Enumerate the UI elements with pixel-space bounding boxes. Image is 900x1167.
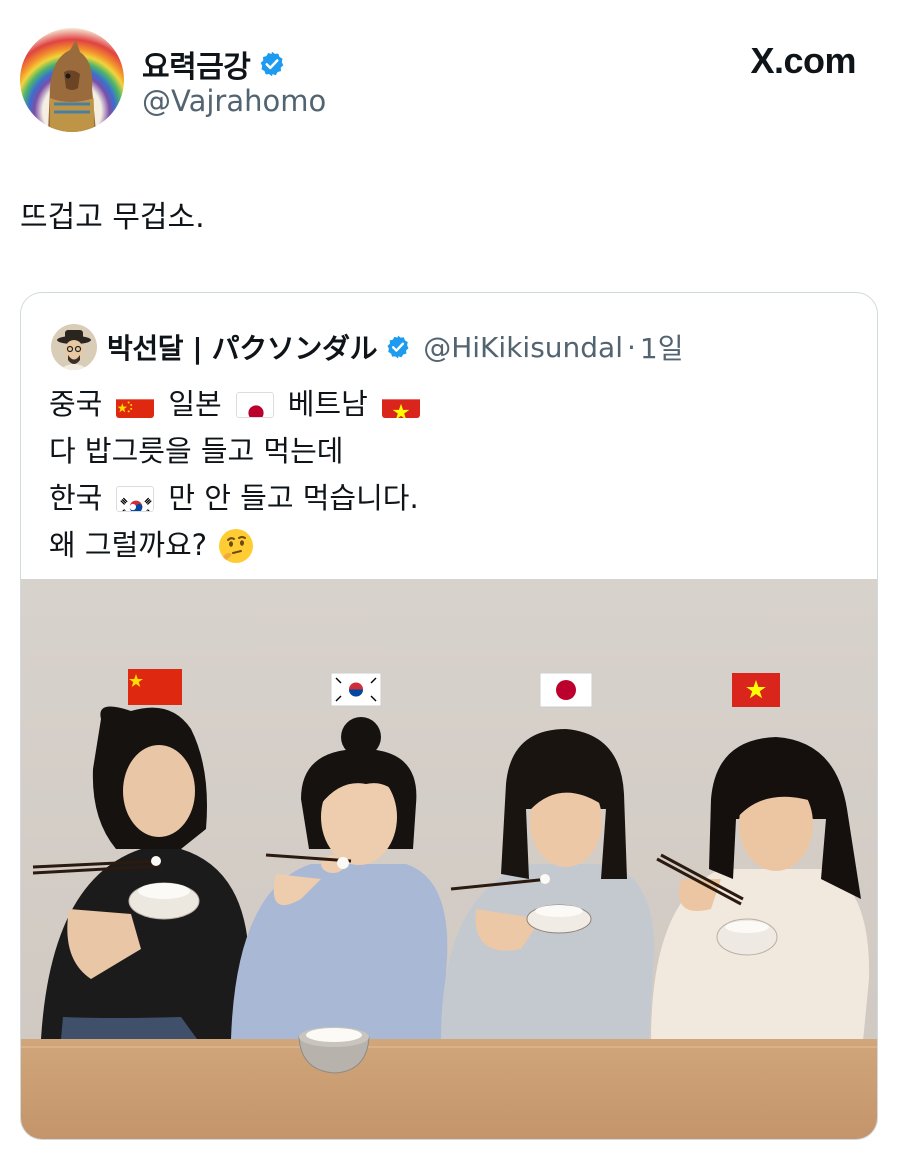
thinking-face-icon — [217, 527, 255, 565]
quoted-display-name[interactable]: 박선달 | パクソンダル — [107, 327, 378, 367]
display-name[interactable]: 요력금강 — [142, 42, 251, 86]
separator-dot: · — [626, 330, 636, 364]
country-vietnam: 베트남 — [287, 387, 368, 421]
handle[interactable]: @Vajrahomo — [142, 84, 326, 118]
quoted-line-1: 중국 일본 베트남 — [49, 381, 434, 428]
flag-japan-icon — [235, 391, 274, 418]
x-logo-brand: X.com — [750, 40, 856, 81]
wall-flag-korea-icon — [330, 672, 382, 707]
wall-flag-vietnam-icon — [732, 673, 780, 707]
flag-korea-icon — [116, 485, 155, 512]
attached-photo[interactable] — [21, 579, 877, 1139]
verified-badge-icon — [387, 335, 409, 359]
tweet-text: 뜨겁고 무겁소. — [20, 200, 205, 235]
country-korea: 한국 — [49, 481, 103, 515]
quoted-text: 중국 일본 베트남 다 밥그릇을 들고 먹는데 한국 만 안 들고 먹습니다. … — [49, 381, 434, 569]
flag-china-icon — [116, 392, 155, 418]
post-header: 요력금강 @Vajrahomo X.com — [20, 28, 880, 132]
wall-flag-japan-icon — [539, 672, 593, 708]
country-japan: 일본 — [168, 387, 222, 421]
quoted-handle[interactable]: @HiKikisundal — [423, 331, 623, 364]
country-china: 중국 — [49, 387, 103, 421]
timestamp[interactable]: 1일 — [640, 327, 684, 367]
verified-badge-icon — [261, 51, 284, 77]
quoted-line-4: 왜 그럴까요? — [49, 522, 434, 569]
quoted-avatar[interactable] — [51, 324, 97, 370]
flag-vietnam-icon — [381, 392, 420, 418]
quoted-line-2: 다 밥그릇을 들고 먹는데 — [49, 434, 344, 468]
quoted-line-3-text: 만 안 들고 먹습니다. — [168, 481, 419, 515]
quoted-line-3: 한국 만 안 들고 먹습니다. — [49, 475, 434, 522]
avatar[interactable] — [20, 28, 124, 132]
quoted-tweet-card[interactable]: 박선달 | パクソンダル @HiKikisundal · 1일 중국 일본 베트… — [20, 292, 878, 1140]
wall-flag-china-icon — [128, 669, 182, 705]
quoted-line-4-text: 왜 그럴까요? — [49, 528, 208, 562]
quoted-header: 박선달 | パクソンダル @HiKikisundal · 1일 — [51, 323, 683, 371]
